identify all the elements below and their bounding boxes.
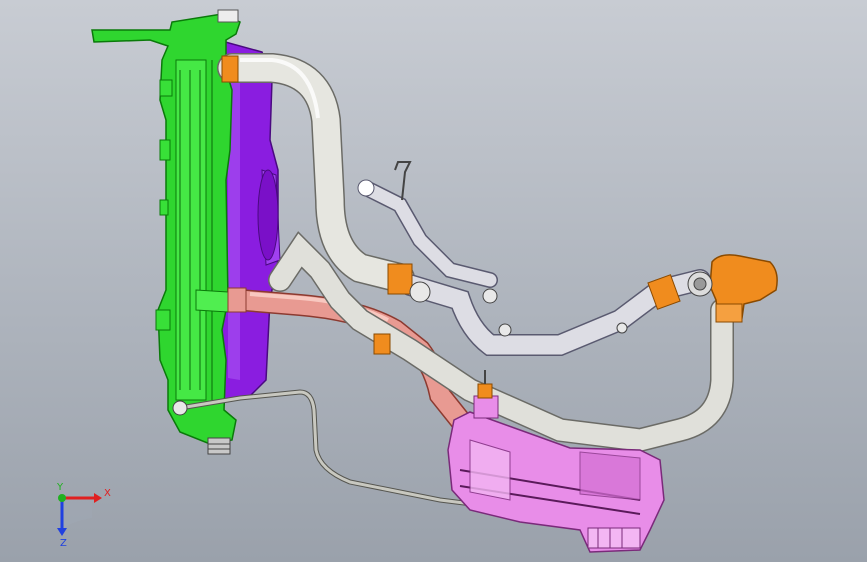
radiator-filler-neck[interactable]	[217, 9, 239, 23]
z-axis-arrowhead	[57, 528, 67, 536]
radiator[interactable]	[91, 9, 241, 455]
coolant-system-assembly[interactable]: X Y Z	[0, 0, 867, 562]
y-axis-origin	[58, 494, 66, 502]
radiator-drain-plug[interactable]	[207, 437, 231, 455]
z-axis-label: Z	[60, 538, 67, 549]
x-axis-arrowhead	[94, 493, 102, 503]
cad-3d-viewport[interactable]: X Y Z	[0, 0, 867, 562]
y-axis-label: Y	[56, 482, 64, 493]
thermostat-housing[interactable]	[687, 254, 778, 323]
x-axis-label: X	[104, 488, 111, 499]
coordinate-triad: X Y Z	[56, 482, 111, 549]
bypass-pipe[interactable]	[357, 161, 711, 356]
expansion-tank[interactable]	[447, 370, 665, 553]
